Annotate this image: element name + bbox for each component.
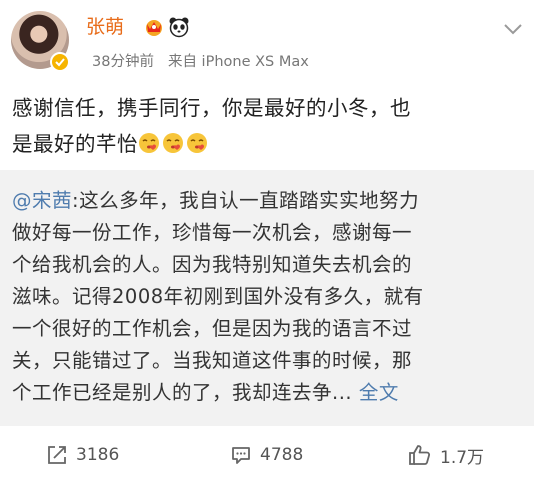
comment-icon (232, 447, 250, 464)
repost-user-link[interactable]: @宋茜 (12, 189, 72, 212)
repost-line: 滋味。记得2008年初刚到国外没有多久，就有 (12, 285, 424, 308)
post-header: 张萌 38分钟前 来自 iPhone XS Max (0, 0, 534, 88)
post-text-line-2: 是最好的芊怡 (12, 126, 524, 162)
share-icon (48, 446, 66, 464)
post-text-tail: 是最好的芊怡 (12, 132, 138, 156)
repost-text: @宋茜:这么多年，我自认一直踏踏实实地努力 做好每一份工作，珍惜每一次机会，感谢… (12, 185, 524, 409)
action-bar: 3186 4788 1.7万 (0, 428, 534, 482)
share-count: 3186 (76, 445, 120, 465)
full-text-link[interactable]: 全文 (359, 381, 399, 404)
author-name[interactable]: 张萌 (86, 15, 124, 39)
post-time: 38分钟前 (92, 54, 154, 70)
repost-line: 一个很好的工作机会，但是因为我的语言不过 (12, 317, 413, 340)
repost-card[interactable]: @宋茜:这么多年，我自认一直踏踏实实地努力 做好每一份工作，珍惜每一次机会，感谢… (0, 170, 534, 426)
repost-line-text: 个工作已经是别人的了，我却连去争... (12, 381, 353, 404)
post-text-line: 感谢信任，携手同行，你是最好的小冬，也 (12, 96, 411, 120)
post-meta: 38分钟前 来自 iPhone XS Max (92, 52, 309, 72)
post-source: 来自 iPhone XS Max (167, 54, 309, 70)
repost-line: 关，只能错过了。当我知道这件事的时候，那 (12, 349, 413, 372)
repost-line: 个工作已经是别人的了，我却连去争... 全文 (12, 377, 524, 409)
post-text: 感谢信任，携手同行，你是最好的小冬，也 是最好的芊怡 (12, 90, 524, 162)
comment-button[interactable]: 4788 (230, 428, 303, 482)
vip-crown-icon[interactable] (142, 17, 166, 37)
chevron-down-icon[interactable] (502, 18, 524, 40)
panda-icon[interactable] (167, 15, 191, 39)
comment-count: 4788 (260, 445, 304, 465)
repost-line: 个给我机会的人。因为我特别知道失去机会的 (12, 253, 413, 276)
repost-line: @宋茜:这么多年，我自认一直踏踏实实地努力 (12, 185, 524, 217)
thumbs-up-icon (409, 445, 431, 465)
kiss-emoji-icon (163, 133, 183, 153)
share-button[interactable]: 3186 (46, 428, 119, 482)
like-button[interactable]: 1.7万 (408, 428, 484, 482)
kiss-emoji-icon (187, 133, 207, 153)
like-count: 1.7万 (440, 447, 485, 468)
repost-line: 做好每一份工作，珍惜每一次机会，感谢每一 (12, 221, 413, 244)
verified-badge-icon (50, 52, 70, 72)
kiss-emoji-icon (139, 133, 159, 153)
repost-line-text: :这么多年，我自认一直踏踏实实地努力 (72, 189, 420, 212)
